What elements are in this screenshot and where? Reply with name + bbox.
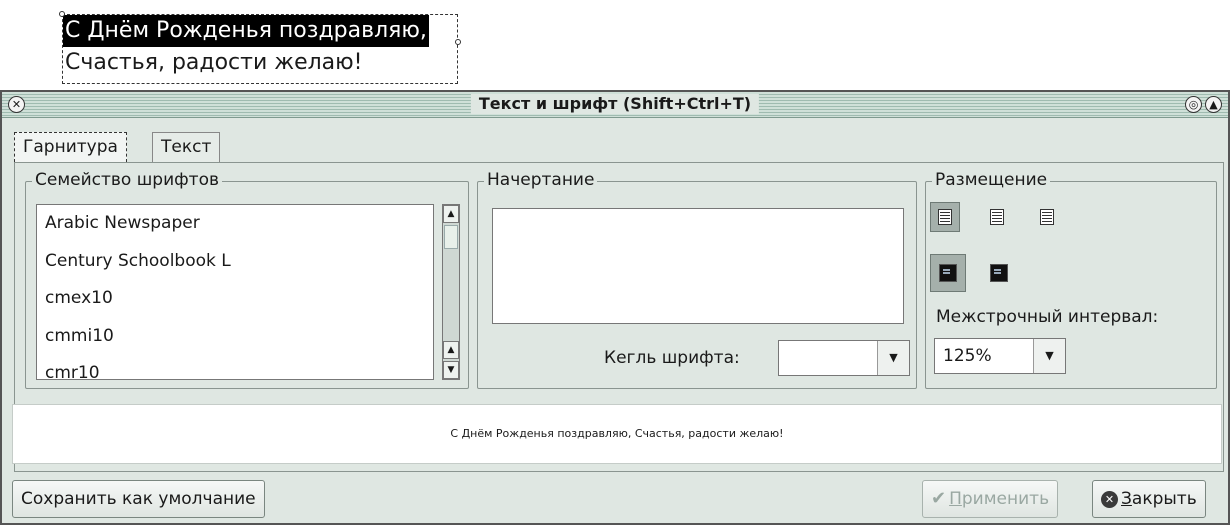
list-item[interactable]: Century Schoolbook L xyxy=(37,243,433,281)
font-family-label: Семейство шрифтов xyxy=(32,170,222,190)
resize-handle[interactable] xyxy=(59,11,65,17)
apply-mnemonic: П xyxy=(949,489,962,509)
layout-group: Размещение Межстрочный интервал: 125% ▼ xyxy=(925,170,1217,389)
close-mnemonic: З xyxy=(1121,489,1132,509)
apply-button[interactable]: ✔ Применить xyxy=(922,480,1059,518)
font-family-group: Семейство шрифтов Arabic Newspaper Centu… xyxy=(25,170,469,389)
tab-font[interactable]: Гарнитура xyxy=(14,132,127,162)
font-style-group: Начертание Кегль шрифта: ▼ xyxy=(477,170,917,389)
font-list-scrollbar[interactable]: ▲ ▲ ▼ xyxy=(442,204,460,380)
chevron-down-icon[interactable]: ▼ xyxy=(877,341,909,375)
shade-icon[interactable]: ▲ xyxy=(1205,96,1222,113)
close-icon[interactable]: ✕ xyxy=(8,96,25,113)
resize-handle[interactable] xyxy=(455,39,461,45)
save-as-default-label: Сохранить как умолчание xyxy=(21,489,256,509)
list-item[interactable]: Arabic Newspaper xyxy=(37,205,433,243)
font-style-label: Начертание xyxy=(484,170,598,190)
check-icon: ✔ xyxy=(931,488,947,509)
text-font-dialog: ✕ Текст и шрифт (Shift+Ctrl+T) ◎ ▲ Гарни… xyxy=(0,90,1230,525)
canvas-text-object[interactable]: С Днём Рожденья поздравляю, Счастья, рад… xyxy=(59,11,461,84)
layout-label: Размещение xyxy=(932,170,1051,190)
align-center-icon[interactable] xyxy=(982,202,1012,232)
close-icon: ✕ xyxy=(1101,490,1118,508)
close-label: акрыть xyxy=(1131,489,1197,509)
chevron-down-icon[interactable]: ▼ xyxy=(1033,339,1065,373)
font-style-list[interactable] xyxy=(492,208,904,324)
vertical-text-icon[interactable] xyxy=(984,258,1014,288)
align-right-icon[interactable] xyxy=(1032,202,1062,232)
scroll-up-icon[interactable]: ▲ xyxy=(443,341,459,359)
list-item[interactable]: cmex10 xyxy=(37,280,433,318)
line-spacing-value: 125% xyxy=(943,346,992,366)
close-button[interactable]: ✕ Закрыть xyxy=(1092,480,1206,518)
font-family-list[interactable]: Arabic Newspaper Century Schoolbook L cm… xyxy=(36,204,434,380)
line-spacing-combo[interactable]: 125% ▼ xyxy=(934,338,1066,374)
list-item[interactable]: cmmi10 xyxy=(37,318,433,356)
font-size-combo[interactable]: ▼ xyxy=(778,340,910,376)
font-preview: С Днём Рожденья поздравляю, Счастья, рад… xyxy=(12,404,1222,464)
scroll-up-icon[interactable]: ▲ xyxy=(443,205,459,223)
tab-text[interactable]: Текст xyxy=(152,132,221,162)
dialog-title: Текст и шрифт (Shift+Ctrl+T) xyxy=(470,94,760,114)
scroll-thumb[interactable] xyxy=(444,225,458,249)
line-spacing-label: Межстрочный интервал: xyxy=(936,307,1159,327)
font-size-label: Кегль шрифта: xyxy=(604,348,740,368)
scroll-down-icon[interactable]: ▼ xyxy=(443,361,459,379)
restore-icon[interactable]: ◎ xyxy=(1185,96,1202,113)
canvas-text-line-1[interactable]: С Днём Рожденья поздравляю, xyxy=(63,15,429,47)
canvas-text-line-2[interactable]: Счастья, радости желаю! xyxy=(63,47,457,79)
align-left-icon[interactable] xyxy=(930,202,960,232)
save-as-default-button[interactable]: Сохранить как умолчание xyxy=(12,480,265,518)
apply-label: рименить xyxy=(961,489,1050,509)
horizontal-text-icon[interactable] xyxy=(930,254,966,292)
list-item[interactable]: cmr10 xyxy=(37,355,433,379)
titlebar[interactable]: ✕ Текст и шрифт (Shift+Ctrl+T) ◎ ▲ xyxy=(2,92,1228,118)
